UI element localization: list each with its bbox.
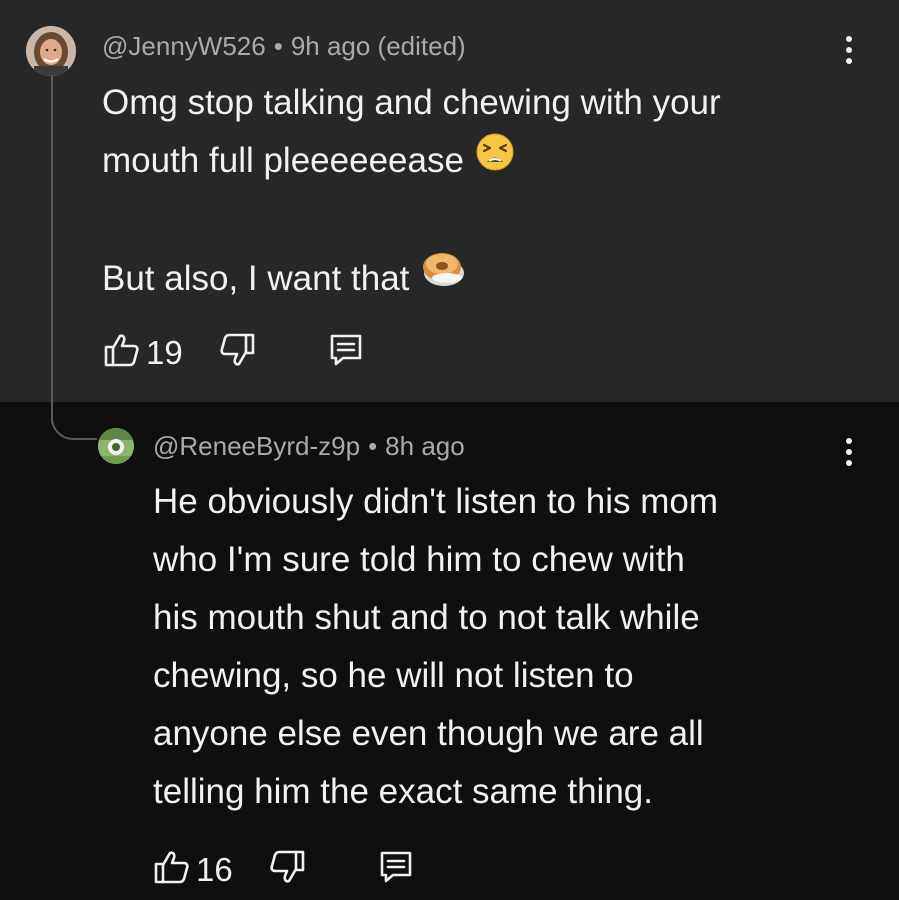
comment-line: who I'm sure told him to chew with: [153, 540, 685, 579]
comment-line-with-emoji: But also, I want that: [102, 250, 862, 310]
comment-renee: @ReneeByrd-z9p • 8h ago He obviously didn'…: [0, 402, 899, 900]
comment-meta: @JennyW526 • 9h ago (edited): [102, 31, 466, 62]
bagel-icon: [421, 249, 465, 307]
dislike-button[interactable]: [267, 849, 307, 890]
comments-thread: @JennyW526 • 9h ago (edited) Omg stop talk…: [0, 0, 899, 900]
more-vert-icon[interactable]: [839, 30, 859, 70]
comment-body: Omg stop talking and chewing with your m…: [102, 74, 862, 310]
comment-line: mouth full pleeeeeease: [102, 141, 464, 180]
thread-connector: [51, 398, 97, 440]
thumb-up-icon: [102, 332, 142, 373]
comment-actions: 16: [152, 848, 415, 891]
thumb-up-icon: [152, 849, 192, 890]
comment-line: his mouth shut and to not talk while: [153, 598, 700, 637]
reply-comment-icon: [327, 331, 365, 374]
author-name[interactable]: @JennyW526: [102, 31, 266, 61]
dislike-button[interactable]: [217, 332, 257, 373]
author-name[interactable]: @ReneeByrd-z9p: [153, 431, 360, 461]
timestamp: 8h ago: [385, 431, 465, 461]
like-button[interactable]: 16: [152, 849, 233, 890]
comment-line: anyone else even though we are all: [153, 714, 704, 753]
comment-body: He obviously didn't listen to his mom wh…: [153, 473, 853, 821]
comment-line: But also, I want that: [102, 258, 410, 298]
thumb-down-icon: [267, 849, 307, 890]
comment-line: chewing, so he will not listen to: [153, 656, 634, 695]
timestamp: 9h ago (edited): [290, 31, 466, 61]
like-count: 19: [146, 333, 183, 371]
like-button[interactable]: 19: [102, 332, 183, 373]
tired-face-icon: [476, 131, 514, 189]
meta-separator: •: [368, 431, 378, 461]
more-vert-icon[interactable]: [839, 432, 859, 472]
comment-actions: 19: [102, 331, 365, 374]
thumb-down-icon: [217, 332, 257, 373]
reply-button[interactable]: [377, 848, 415, 891]
reply-comment-icon: [377, 848, 415, 891]
comment-line: Omg stop talking and chewing with your: [102, 83, 721, 122]
comment-line: telling him the exact same thing.: [153, 772, 653, 811]
avatar[interactable]: [98, 428, 134, 464]
like-count: 16: [196, 850, 233, 888]
reply-button[interactable]: [327, 331, 365, 374]
meta-separator: •: [273, 31, 283, 61]
comment-meta: @ReneeByrd-z9p • 8h ago: [153, 431, 465, 462]
thread-line: [51, 75, 53, 423]
comment-line: He obviously didn't listen to his mom: [153, 482, 718, 521]
avatar[interactable]: [26, 26, 76, 76]
comment-line-with-emoji: mouth full pleeeeeease: [102, 132, 862, 192]
comment-jenny: @JennyW526 • 9h ago (edited) Omg stop talk…: [0, 0, 899, 402]
